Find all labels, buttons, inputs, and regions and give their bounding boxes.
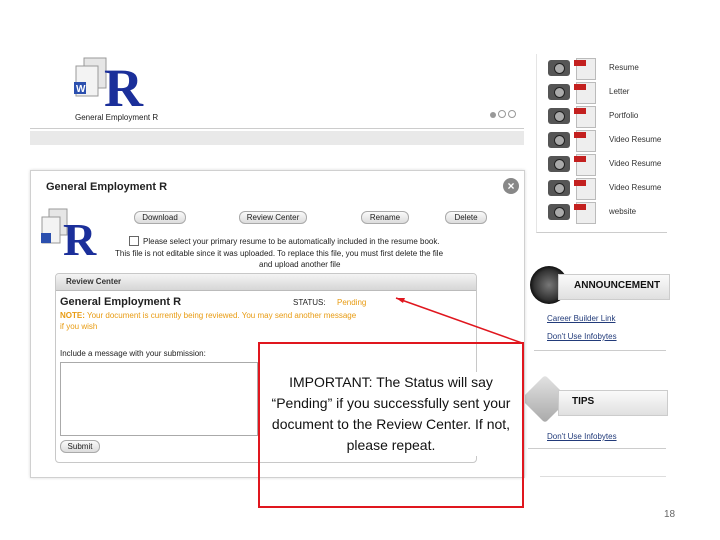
callout-box: IMPORTANT: The Status will say “Pending”… <box>258 342 524 508</box>
callout-text: IMPORTANT: The Status will say “Pending”… <box>266 372 516 456</box>
page-number: 18 <box>664 509 676 520</box>
